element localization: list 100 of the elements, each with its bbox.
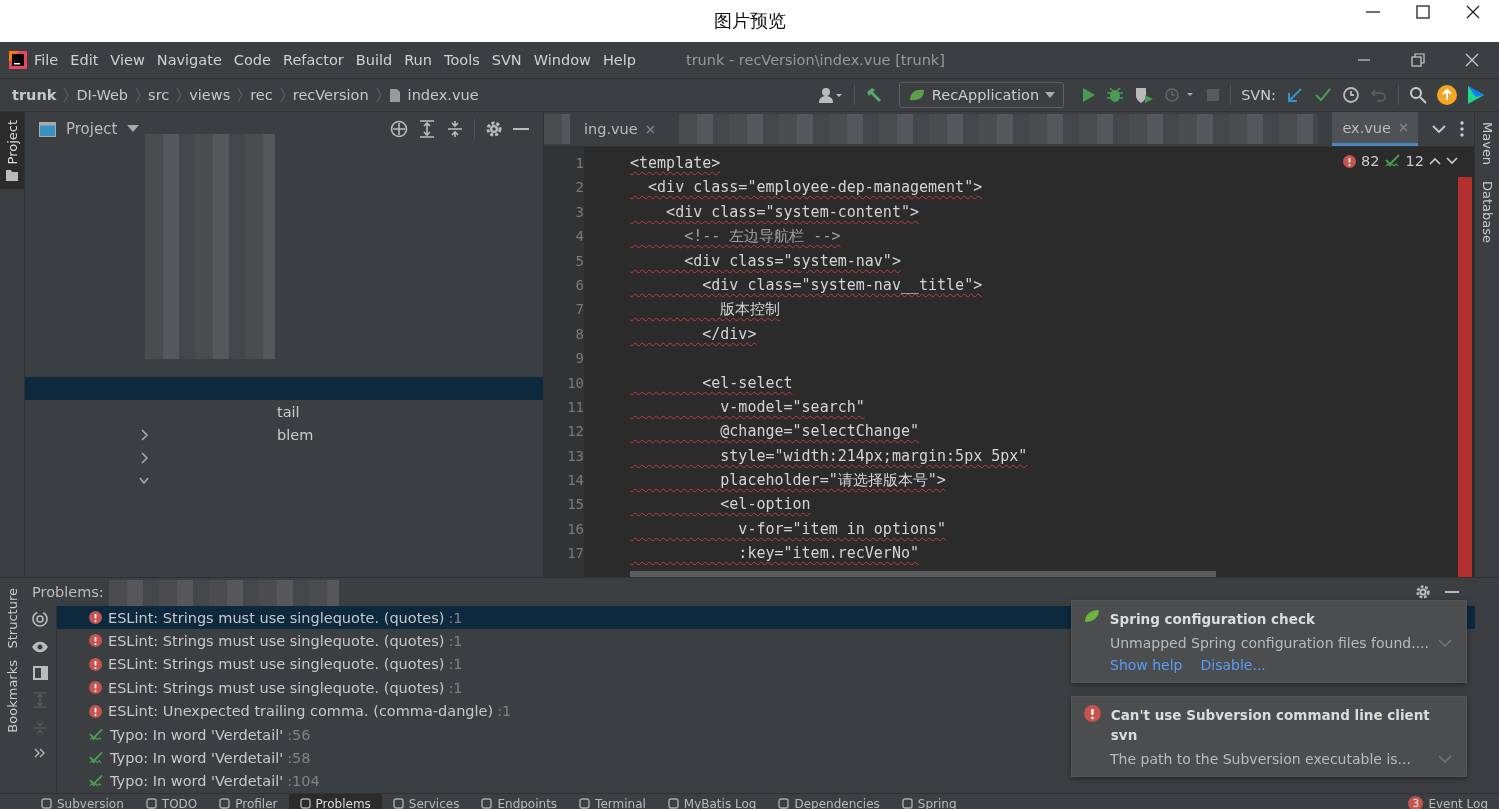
tool-window-icon [392,798,404,809]
menu-item[interactable]: Run [398,52,438,68]
code-line: placeholder="请选择版本号"> [719,470,946,492]
line-number: 11 [567,397,584,417]
settings-icon[interactable] [1415,583,1431,600]
code-line: v-model="search" [719,396,865,418]
line-number: 15 [567,495,584,515]
line-number: 3 [575,202,584,222]
search-icon[interactable] [1409,86,1427,104]
panel-title[interactable]: Project [66,120,118,138]
bug-icon[interactable] [1106,86,1125,104]
error-count[interactable]: 82 [1361,153,1380,169]
menu-item[interactable]: SVN [485,52,528,68]
line-number: 10 [567,373,584,393]
line-number: 16 [567,519,584,539]
menu-item[interactable]: Tools [438,52,486,68]
problem-text: Typo: In word 'Verdetail' [110,726,284,743]
menu-item[interactable]: Window [527,52,597,68]
tool-window-tab[interactable]: Database [1479,181,1495,244]
problem-item[interactable]: ESLint: Unexpected trailing comma. (comma-dangle) :1 [57,699,512,723]
chevron-down-icon[interactable] [1432,124,1446,134]
menu-item[interactable]: Help [596,52,642,68]
tool-window-icon [481,798,493,809]
tool-window-tab[interactable]: Profiler [208,794,289,809]
breadcrumb[interactable]: views [189,87,231,103]
line-number: 7 [575,300,584,320]
chevron-icon[interactable] [139,451,149,464]
scrollbar[interactable] [630,571,1216,577]
menu-item[interactable]: Edit [64,52,105,68]
more-icon[interactable] [34,747,46,758]
clock-icon[interactable] [1342,86,1360,104]
collapse-all-icon[interactable] [446,120,464,138]
run-icon[interactable] [1080,87,1097,103]
tool-window-tab[interactable]: TODO [134,794,209,809]
line-number: 9 [575,349,584,369]
menu-item[interactable]: File [28,52,65,68]
tool-window-tab[interactable]: Bookmarks [4,660,20,734]
typo-count[interactable]: 12 [1405,153,1424,169]
more-icon[interactable] [1460,121,1464,137]
menu-item[interactable]: Build [349,52,399,68]
logo-icon[interactable] [1467,85,1485,105]
tree-row[interactable]: blem [25,423,543,446]
line-number: 6 [575,275,584,295]
problem-item[interactable]: Typo: In word 'Verdetail' :58 [57,746,311,770]
maximize-icon[interactable] [1415,4,1431,20]
breadcrumb[interactable]: DI-Web [76,87,129,103]
code-line: <div class="employee-dep-management"> [647,177,983,199]
menu-item[interactable]: Navigate [150,52,228,68]
problem-item[interactable]: Typo: In word 'Verdetail' :104 [57,769,320,793]
problem-text: ESLint: Strings must use singlequote. (quotes) [108,679,445,696]
problem-text: ESLint: Unexpected trailing comma. (comma-dangle) [108,703,494,720]
tool-window-tab[interactable]: Problems [288,794,382,809]
breadcrumb[interactable]: rec [250,87,273,103]
line-number: 4 [575,227,584,247]
upload-icon[interactable] [1437,85,1457,105]
line-number: 17 [567,544,584,564]
run-configuration-dropdown[interactable]: RecApplication [898,82,1065,108]
editor-tab[interactable]: ing.vue [574,112,665,146]
breadcrumb[interactable]: src [148,87,170,103]
expand-all-icon[interactable] [418,120,436,138]
refresh-icon[interactable] [31,609,49,628]
problem-item[interactable]: ESLint: Strings must use singlequote. (quotes) :1 [57,652,463,677]
menu-item[interactable]: Code [227,52,277,68]
hammer-icon[interactable] [864,86,883,104]
close-icon[interactable] [1465,4,1481,20]
chevron-up-icon[interactable] [1429,157,1441,165]
problem-item[interactable]: ESLint: Strings must use singlequote. (quotes) :1 [57,629,463,653]
editor-tab[interactable]: ex.vue [1332,112,1418,146]
tool-window-tab[interactable]: Project [0,112,24,190]
breadcrumb[interactable]: recVersion [292,87,369,103]
tool-window-tab[interactable]: Services [381,794,471,809]
shield-run-icon[interactable] [1134,86,1155,104]
window-title: trunk - recVersion\index.vue [trunk] [685,52,945,68]
problem-item[interactable]: Typo: In word 'Verdetail' :56 [57,722,311,747]
breadcrumb[interactable]: index.vue [407,87,479,103]
minimize-icon[interactable] [1445,589,1459,594]
preview-icon[interactable] [32,665,48,680]
settings-icon[interactable] [485,120,503,138]
menu-item[interactable]: Refactor [276,52,350,68]
restore-icon[interactable] [1411,53,1425,67]
tool-window-tab[interactable]: Subversion [30,794,135,809]
update-arrow-icon[interactable] [1286,86,1304,104]
problem-item[interactable]: ESLint: Strings must use singlequote. (quotes) :1 [57,676,463,700]
chevron-down-icon[interactable] [1446,157,1458,165]
eye-icon[interactable] [31,639,49,654]
menu-item[interactable]: View [104,52,151,68]
user-icon[interactable] [817,86,844,104]
tool-window-tab[interactable]: Structure [4,588,20,649]
crosshair-icon[interactable] [390,120,408,138]
tool-window-icon [667,798,679,809]
line-number: 2 [575,178,584,198]
tree-row[interactable]: tail [25,400,543,423]
breadcrumb[interactable]: trunk [12,87,57,103]
minimize-icon[interactable] [513,127,529,131]
tool-window-tab[interactable]: Maven [1479,122,1495,166]
check-icon[interactable] [1314,86,1332,104]
chevron-icon[interactable] [139,428,149,441]
leaf-icon [907,88,926,102]
tool-window-tab[interactable]: Terminal [568,794,657,809]
caret-icon[interactable] [127,125,140,133]
